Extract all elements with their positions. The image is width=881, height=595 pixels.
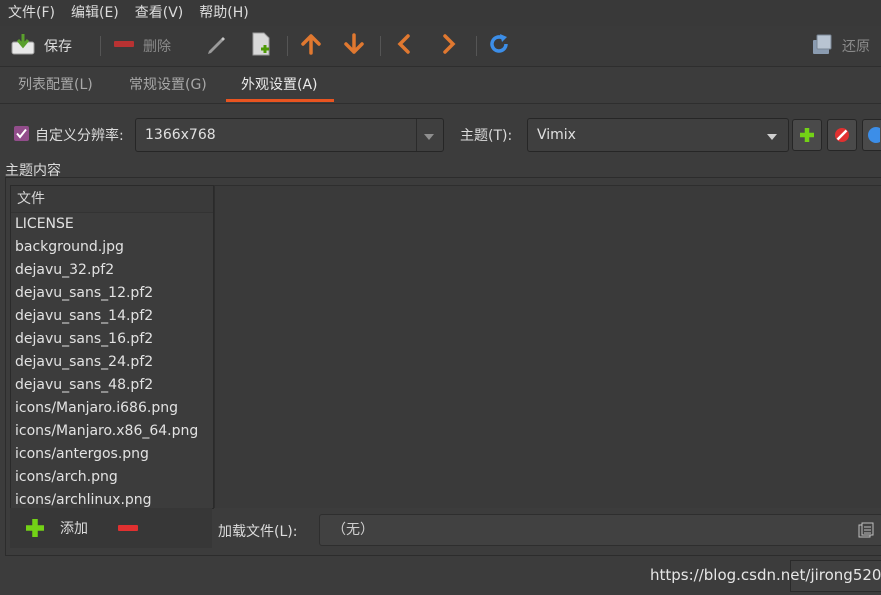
browse-file-icon[interactable]: [858, 522, 874, 542]
load-file-label: 加载文件(L):: [218, 524, 298, 540]
theme-label: 主题(T):: [460, 128, 513, 144]
list-item[interactable]: LICENSE: [11, 213, 213, 236]
combo-divider: [416, 119, 417, 151]
file-list-actions: 添加: [10, 508, 212, 548]
list-item[interactable]: icons/antergos.png: [11, 443, 213, 466]
list-item[interactable]: icons/Manjaro.x86_64.png: [11, 420, 213, 443]
resolution-value: 1366x768: [145, 127, 216, 143]
add-label: 添加: [60, 521, 88, 537]
list-header: 文件: [11, 186, 213, 213]
add-file-button[interactable]: 添加: [24, 517, 88, 539]
delete-label: 删除: [143, 39, 171, 55]
move-up-button[interactable]: [300, 26, 322, 66]
list-item[interactable]: dejavu_sans_14.pf2: [11, 305, 213, 328]
load-file-value: （无）: [332, 522, 374, 538]
previous-icon: [395, 33, 413, 59]
list-item[interactable]: icons/archlinux.png: [11, 489, 213, 508]
save-icon: [10, 32, 36, 60]
add-theme-button[interactable]: [792, 119, 822, 151]
toolbar-separator: [287, 36, 288, 56]
delete-icon: [113, 33, 135, 59]
toolbar: 保存 删除 还原: [0, 26, 881, 67]
previous-button[interactable]: [395, 26, 413, 66]
forbidden-icon: [835, 128, 849, 142]
menu-view[interactable]: 查看(V): [127, 0, 192, 26]
theme-combo[interactable]: Vimix: [527, 118, 789, 152]
file-list-body: LICENSE background.jpg dejavu_32.pf2 dejavu…: [11, 213, 213, 508]
resolution-combo[interactable]: 1366x768: [135, 118, 444, 152]
next-button[interactable]: [440, 26, 458, 66]
minus-icon: [118, 525, 138, 531]
list-item[interactable]: icons/Manjaro.i686.png: [11, 397, 213, 420]
delete-button[interactable]: 删除: [113, 26, 171, 66]
list-item[interactable]: dejavu_sans_16.pf2: [11, 328, 213, 351]
restore-label: 还原: [842, 39, 870, 55]
remove-file-button[interactable]: [117, 520, 139, 540]
menubar: 文件(F) 编辑(E) 查看(V) 帮助(H): [0, 0, 881, 26]
menu-edit[interactable]: 编辑(E): [63, 0, 127, 26]
remove-theme-button[interactable]: [827, 119, 857, 151]
restore-icon: [810, 32, 834, 60]
move-up-icon: [300, 33, 322, 59]
menu-file[interactable]: 文件(F): [0, 0, 63, 26]
toolbar-separator: [100, 36, 101, 56]
active-tab-indicator: [226, 99, 334, 102]
theme-preview-area: [214, 185, 881, 508]
move-down-button[interactable]: [343, 26, 365, 66]
list-item[interactable]: dejavu_32.pf2: [11, 259, 213, 282]
custom-resolution-checkbox[interactable]: [14, 126, 29, 141]
refresh-button[interactable]: [487, 26, 511, 66]
toolbar-separator: [380, 36, 381, 56]
save-button[interactable]: 保存: [10, 26, 72, 66]
menu-help[interactable]: 帮助(H): [191, 0, 256, 26]
plus-icon: [800, 128, 814, 142]
next-icon: [440, 33, 458, 59]
edit-button[interactable]: [205, 26, 227, 66]
custom-resolution-label: 自定义分辨率:: [35, 128, 124, 144]
tab-general-settings[interactable]: 常规设置(G): [129, 67, 207, 103]
load-file-field[interactable]: （无）: [319, 514, 881, 546]
watermark-text: https://blog.csdn.net/jirong5206: [650, 566, 881, 584]
tab-bar: 列表配置(L) 常规设置(G) 外观设置(A): [0, 67, 881, 104]
theme-file-list[interactable]: 文件 LICENSE background.jpg dejavu_32.pf2 dej…: [10, 185, 214, 509]
list-item[interactable]: background.jpg: [11, 236, 213, 259]
list-item[interactable]: dejavu_sans_48.pf2: [11, 374, 213, 397]
move-down-icon: [343, 33, 365, 59]
new-file-button[interactable]: [250, 26, 272, 66]
tab-appearance-settings[interactable]: 外观设置(A): [241, 67, 318, 103]
help-icon: [867, 127, 880, 143]
restore-button[interactable]: 还原: [810, 26, 870, 66]
chevron-down-icon: [423, 130, 435, 146]
plus-icon: [26, 519, 44, 537]
toolbar-separator: [476, 36, 477, 56]
refresh-icon: [487, 32, 511, 60]
list-item[interactable]: dejavu_sans_12.pf2: [11, 282, 213, 305]
list-item[interactable]: icons/arch.png: [11, 466, 213, 489]
theme-value: Vimix: [537, 127, 576, 143]
tab-list-config[interactable]: 列表配置(L): [18, 67, 93, 103]
list-item[interactable]: dejavu_sans_24.pf2: [11, 351, 213, 374]
chevron-down-icon: [766, 130, 778, 146]
edit-icon: [205, 33, 227, 59]
check-icon: [16, 128, 27, 139]
theme-help-button[interactable]: [862, 119, 881, 151]
save-label: 保存: [44, 39, 72, 55]
new-file-icon: [250, 32, 272, 60]
